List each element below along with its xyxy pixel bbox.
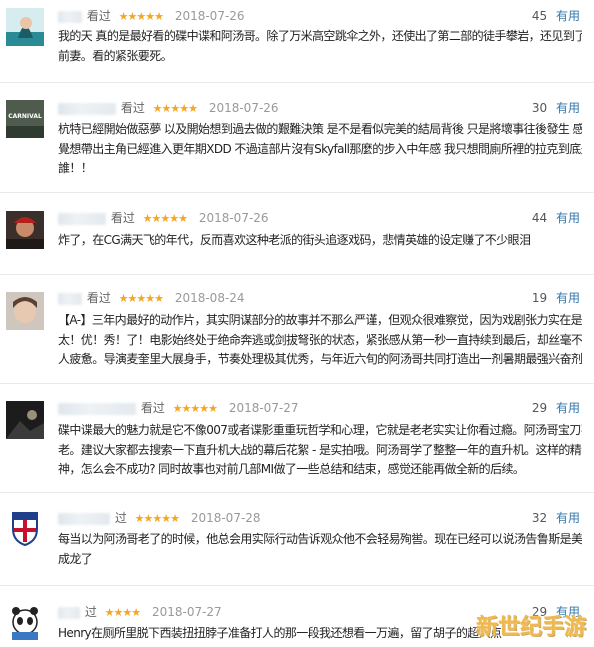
avatar-logo-text: CARNIVAL — [8, 113, 42, 120]
watched-label: 看过 — [140, 401, 165, 415]
watched-label: 看过 — [110, 211, 135, 225]
review-text: 【A-】三年内最好的动作片，其实阴谋部分的故事并不那么严谨，但观众很难察觉，因为… — [58, 311, 582, 370]
avatar-image-icon — [6, 292, 44, 330]
review-text-line: 炸了，在CG满天飞的年代，反而喜欢这种老派的街头追逐戏码，悲情英雄的设定赚了不少… — [58, 233, 531, 247]
rating-stars: ★★★★★ — [118, 10, 164, 23]
useful-count: 44 — [531, 211, 548, 225]
divider — [0, 492, 594, 493]
review-text-line: 誰！！ — [58, 161, 93, 175]
review-date: 2018-07-26 — [198, 211, 269, 225]
review-text: 杭特已經開始做惡夢 以及開始想到過去做的艱難決策 是不是看似完美的結局背後 只是… — [58, 120, 582, 179]
useful-count: 19 — [531, 291, 548, 305]
review-date: 2018-07-27 — [151, 605, 222, 619]
watched-label: 过 — [114, 511, 127, 525]
avatar[interactable] — [6, 211, 44, 249]
flag-shield-icon — [6, 509, 44, 547]
review-text-line: 老。建议大家都去搜索一下直升机大战的幕后花絮 - 是实拍哦。阿汤哥学了整整一年的… — [58, 442, 582, 457]
avatar[interactable] — [6, 509, 44, 547]
review-text-line: 碟中谍最大的魅力就是它不像007或者谍影重重玩哲学和心理，它就是老老实实让你看过… — [58, 423, 582, 437]
rating-stars: ★★★★ — [104, 606, 141, 619]
review-date: 2018-07-26 — [174, 9, 245, 23]
username-blurred[interactable] — [58, 512, 110, 525]
useful-vote: 30 有用 — [532, 99, 580, 117]
username-blurred[interactable] — [58, 292, 82, 305]
avatar[interactable] — [6, 8, 44, 46]
username-blurred[interactable] — [58, 402, 136, 415]
useful-button[interactable]: 有用 — [556, 291, 580, 305]
review-text-line: 每当以为阿汤哥老了的时候，他总会用实际行动告诉观众他不会轻易殉喾。现在已经可以说… — [58, 532, 582, 546]
review-meta: 看过 ★★★★★ 2018-07-26 — [58, 209, 269, 227]
review-date: 2018-08-24 — [174, 291, 245, 305]
avatar[interactable] — [6, 602, 44, 640]
review-text: 我的天 真的是最好看的碟中谍和阿汤哥。除了万米高空跳伞之外，还使出了第二部的徒手… — [58, 27, 582, 66]
review-date: 2018-07-27 — [228, 401, 299, 415]
review-meta: 看过 ★★★★★ 2018-07-26 — [58, 7, 245, 25]
avatar[interactable] — [6, 401, 44, 439]
useful-vote: 32 有用 — [532, 509, 580, 527]
review-text: 炸了，在CG满天飞的年代，反而喜欢这种老派的街头追逐戏码，悲情英雄的设定赚了不少… — [58, 231, 582, 251]
divider — [0, 274, 594, 275]
useful-count: 45 — [531, 9, 548, 23]
useful-count: 32 — [531, 511, 548, 525]
useful-button[interactable]: 有用 — [556, 101, 580, 115]
review-meta: 看过 ★★★★★ 2018-07-26 — [58, 99, 279, 117]
panda-icon — [6, 602, 44, 640]
watermark-logo: 新世纪手游 — [475, 615, 586, 640]
username-blurred[interactable] — [58, 212, 106, 225]
review-text-line: 【A-】三年内最好的动作片，其实阴谋部分的故事并不那么严谨，但观众很难察觉，因为… — [58, 313, 582, 327]
watched-label: 看过 — [86, 9, 111, 23]
username-blurred[interactable] — [58, 10, 82, 23]
username-blurred[interactable] — [58, 102, 116, 115]
review-text-line: 覺想帶出主角已經進入更年期XDD 不過這部片沒有Skyfall那麼的步入中年感 … — [58, 141, 582, 156]
rating-stars: ★★★★★ — [172, 402, 218, 415]
avatar[interactable] — [6, 292, 44, 330]
review-text-line: 神，怎么会不成功? 同时故事也对前几部MI做了一些总结和结束，感觉还能再做全新的… — [58, 462, 525, 476]
divider — [0, 585, 594, 586]
rating-stars: ★★★★★ — [152, 102, 198, 115]
useful-vote: 29 有用 — [532, 399, 580, 417]
useful-button[interactable]: 有用 — [556, 211, 580, 225]
avatar[interactable]: CARNIVAL — [6, 100, 44, 138]
review-meta: 看过 ★★★★★ 2018-08-24 — [58, 289, 245, 307]
avatar-image-icon — [6, 401, 44, 439]
useful-button[interactable]: 有用 — [556, 9, 580, 23]
review-date: 2018-07-28 — [190, 511, 261, 525]
username-blurred[interactable] — [58, 606, 80, 619]
review-text-line: 太！优！秀！了！电影始终处于绝命奔逃或剑拔弩张的状态，紧张感从第一秒一直持续到最… — [58, 332, 582, 347]
watched-label: 看过 — [120, 101, 145, 115]
avatar-image-icon — [6, 211, 44, 249]
rating-stars: ★★★★★ — [134, 512, 180, 525]
useful-vote: 19 有用 — [532, 289, 580, 307]
watched-label: 过 — [84, 605, 97, 619]
review-meta: 看过 ★★★★★ 2018-07-27 — [58, 399, 299, 417]
divider — [0, 383, 594, 384]
review-text-line: 我的天 真的是最好看的碟中谍和阿汤哥。除了万米高空跳伞之外，还使出了第二部的徒手… — [58, 29, 582, 43]
useful-count: 29 — [531, 401, 548, 415]
divider — [0, 192, 594, 193]
review-text-line: 成龙了 — [58, 551, 93, 566]
rating-stars: ★★★★★ — [142, 212, 188, 225]
watched-label: 看过 — [86, 291, 111, 305]
review-text: 碟中谍最大的魅力就是它不像007或者谍影重重玩哲学和心理，它就是老老实实让你看过… — [58, 421, 582, 480]
review-date: 2018-07-26 — [208, 101, 279, 115]
useful-button[interactable]: 有用 — [556, 511, 580, 525]
divider — [0, 82, 594, 83]
useful-vote: 44 有用 — [532, 209, 580, 227]
review-meta: 过 ★★★★ 2018-07-27 — [58, 603, 222, 621]
useful-button[interactable]: 有用 — [556, 401, 580, 415]
review-text-line: 杭特已經開始做惡夢 以及開始想到過去做的艱難決策 是不是看似完美的結局背後 只是… — [58, 122, 582, 136]
avatar-image-icon — [6, 8, 44, 46]
rating-stars: ★★★★★ — [118, 292, 164, 305]
review-meta: 过 ★★★★★ 2018-07-28 — [58, 509, 261, 527]
review-text-line: 前妻。看的紧张要死。 — [58, 48, 173, 63]
review-text-line: 人疲惫。导演麦奎里大展身手，节奏处理极其优秀，与年近六旬的阿汤哥共同打造出一剂暑… — [58, 352, 582, 366]
review-text: 每当以为阿汤哥老了的时候，他总会用实际行动告诉观众他不会轻易殉喾。现在已经可以说… — [58, 530, 582, 569]
useful-count: 30 — [531, 101, 548, 115]
useful-vote: 45 有用 — [532, 7, 580, 25]
